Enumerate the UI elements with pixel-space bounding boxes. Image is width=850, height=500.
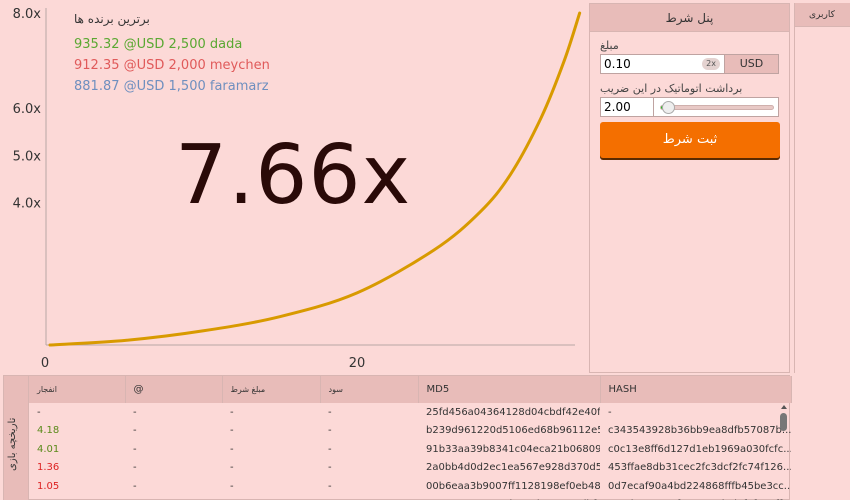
at-cell: - [133, 480, 137, 492]
auto-cashout-label: برداشت اتوماتیک در این ضریب [600, 82, 743, 95]
md5-cell: 00b6eaa3b9007ff1128198ef0eb48... [426, 480, 600, 492]
y-tick-label: 5.0x [13, 149, 42, 164]
profit-cell: - [328, 425, 332, 437]
winner-row: 935.32 @USD 2,500 dada [74, 37, 243, 52]
at-cell: - [133, 462, 137, 474]
crash-cell: 1.08 [29, 496, 125, 500]
md5-cell: 25fd456a04364128d04cbdf42e40f... [426, 406, 600, 418]
crash-chart: 4.0x 5.0x 6.0x 8.0x 0 20 برترین برنده ها 935… [0, 0, 590, 375]
md5-cell: 2a0bb4d0d2ec1ea567e928d370d5... [426, 462, 600, 474]
bet-cell: - [230, 462, 234, 474]
hash-cell: c343543928b36bb9ea8dfb57087b... [608, 425, 791, 437]
x-tick-label: 20 [349, 356, 366, 371]
crash-cell: 1.05 [37, 480, 60, 492]
md5-cell: 91b33aa39b8341c04eca21b06809... [426, 443, 600, 455]
col-crash[interactable]: انفجار [29, 376, 126, 403]
at-cell: - [133, 443, 137, 455]
winner-row: 912.35 @USD 2,000 meychen [74, 58, 270, 73]
crash-cell: 4.18 [37, 425, 60, 437]
table-row[interactable]: 1.36 - - - 2a0bb4d0d2ec1ea567e928d370d5... 45… [29, 459, 791, 478]
md5-cell: cc3590283e7c0d9c63bce797edbf8... [418, 496, 600, 500]
currency-select[interactable]: USD [725, 54, 779, 74]
at-cell: - [125, 496, 222, 500]
bet-cell: - [230, 480, 234, 492]
table-row[interactable]: 1.08---cc3590283e7c0d9c63bce797edbf8...1… [29, 496, 791, 500]
y-tick-label: 8.0x [13, 7, 42, 22]
history-header-row: انفجار @ مبلغ شرط سود MD5 HASH [29, 376, 792, 403]
history-scrollbar[interactable] [780, 405, 789, 499]
bet-cell: - [222, 496, 320, 500]
md5-cell: b239d961220d5106ed68b96112e5... [426, 425, 600, 437]
col-md5[interactable]: MD5 [418, 376, 601, 403]
bet-cell: - [230, 443, 234, 455]
hash-cell: 0d7ecaf90a4bd224868fffb45be3cc... [608, 480, 791, 492]
profit-cell: - [328, 443, 332, 455]
bet-panel: پنل شرط مبلغ 0.10 2x USD برداشت اتوماتیک… [589, 3, 790, 373]
amount-label: مبلغ [600, 39, 619, 52]
double-amount-button[interactable]: 2x [702, 58, 720, 70]
scroll-up-icon[interactable] [781, 405, 787, 409]
winner-row: 881.87 @USD 1,500 faramarz [74, 79, 269, 94]
place-bet-button[interactable]: ثبت شرط [600, 122, 780, 158]
users-panel: کاربری [794, 3, 850, 373]
y-tick-label: 6.0x [13, 102, 42, 117]
scroll-thumb[interactable] [780, 413, 787, 431]
auto-cashout-slider[interactable] [654, 97, 779, 117]
slider-knob[interactable] [662, 101, 675, 114]
history-side-tab[interactable]: تاریخچه بازی [4, 376, 29, 500]
col-bet-amount[interactable]: مبلغ شرط [222, 376, 321, 403]
col-profit[interactable]: سود [320, 376, 419, 403]
current-multiplier: 7.66x [175, 128, 412, 223]
y-tick-label: 4.0x [13, 197, 42, 212]
amount-row: 0.10 2x USD [600, 54, 779, 74]
table-row[interactable]: 4.18 - - - b239d961220d5106ed68b96112e5... c3… [29, 422, 791, 441]
hash-cell: 453ffae8db31cec2fc3dcf2fc74f126... [608, 462, 791, 474]
users-panel-title: کاربری [795, 3, 850, 27]
hash-cell: c0c13e8ff6d127d1eb1969a030fcfc... [608, 443, 791, 455]
table-row[interactable]: - - - -25fd456a04364128d04cbdf42e40f... - [29, 403, 791, 422]
crash-cell: 1.36 [37, 462, 60, 474]
at-cell: - [133, 425, 137, 437]
at-cell: - [133, 406, 137, 418]
col-hash[interactable]: HASH [600, 376, 792, 403]
x-tick-label: 0 [41, 356, 49, 371]
top-winners-title: برترین برنده ها [74, 12, 150, 26]
hash-cell: - [608, 406, 612, 418]
amount-value: 0.10 [604, 57, 631, 71]
history-table: انفجار @ مبلغ شرط سود MD5 HASH - - - -25fd4… [29, 376, 792, 500]
profit-cell: - [320, 496, 418, 500]
hash-cell: 145dca3e124f3a5191dad6fef36eff... [600, 496, 791, 500]
slider-track [660, 105, 774, 110]
profit-cell: - [328, 480, 332, 492]
bet-cell: - [230, 425, 234, 437]
table-row[interactable]: 1.05 - - - 00b6eaa3b9007ff1128198ef0eb48... 0… [29, 477, 791, 496]
amount-input[interactable]: 0.10 2x [600, 54, 725, 74]
game-history: تاریخچه بازی انفجار @ مبلغ شرط سود MD5 H… [3, 375, 792, 500]
top-winners: برترین برنده ها 935.32 @USD 2,500 dada 9… [74, 12, 274, 97]
crash-cell: 4.01 [37, 443, 60, 455]
bet-cell: - [230, 406, 234, 418]
auto-cashout-input[interactable]: 2.00 [600, 97, 654, 117]
history-side-label: تاریخچه بازی [7, 417, 18, 471]
table-row[interactable]: 4.01 - - - 91b33aa39b8341c04eca21b06809... c0… [29, 440, 791, 459]
crash-cell: - [37, 406, 41, 418]
profit-cell: - [328, 462, 332, 474]
col-at[interactable]: @ [125, 376, 223, 403]
bet-panel-title: پنل شرط [590, 4, 789, 32]
auto-cashout-row: 2.00 [600, 97, 779, 117]
profit-cell: - [328, 406, 332, 418]
